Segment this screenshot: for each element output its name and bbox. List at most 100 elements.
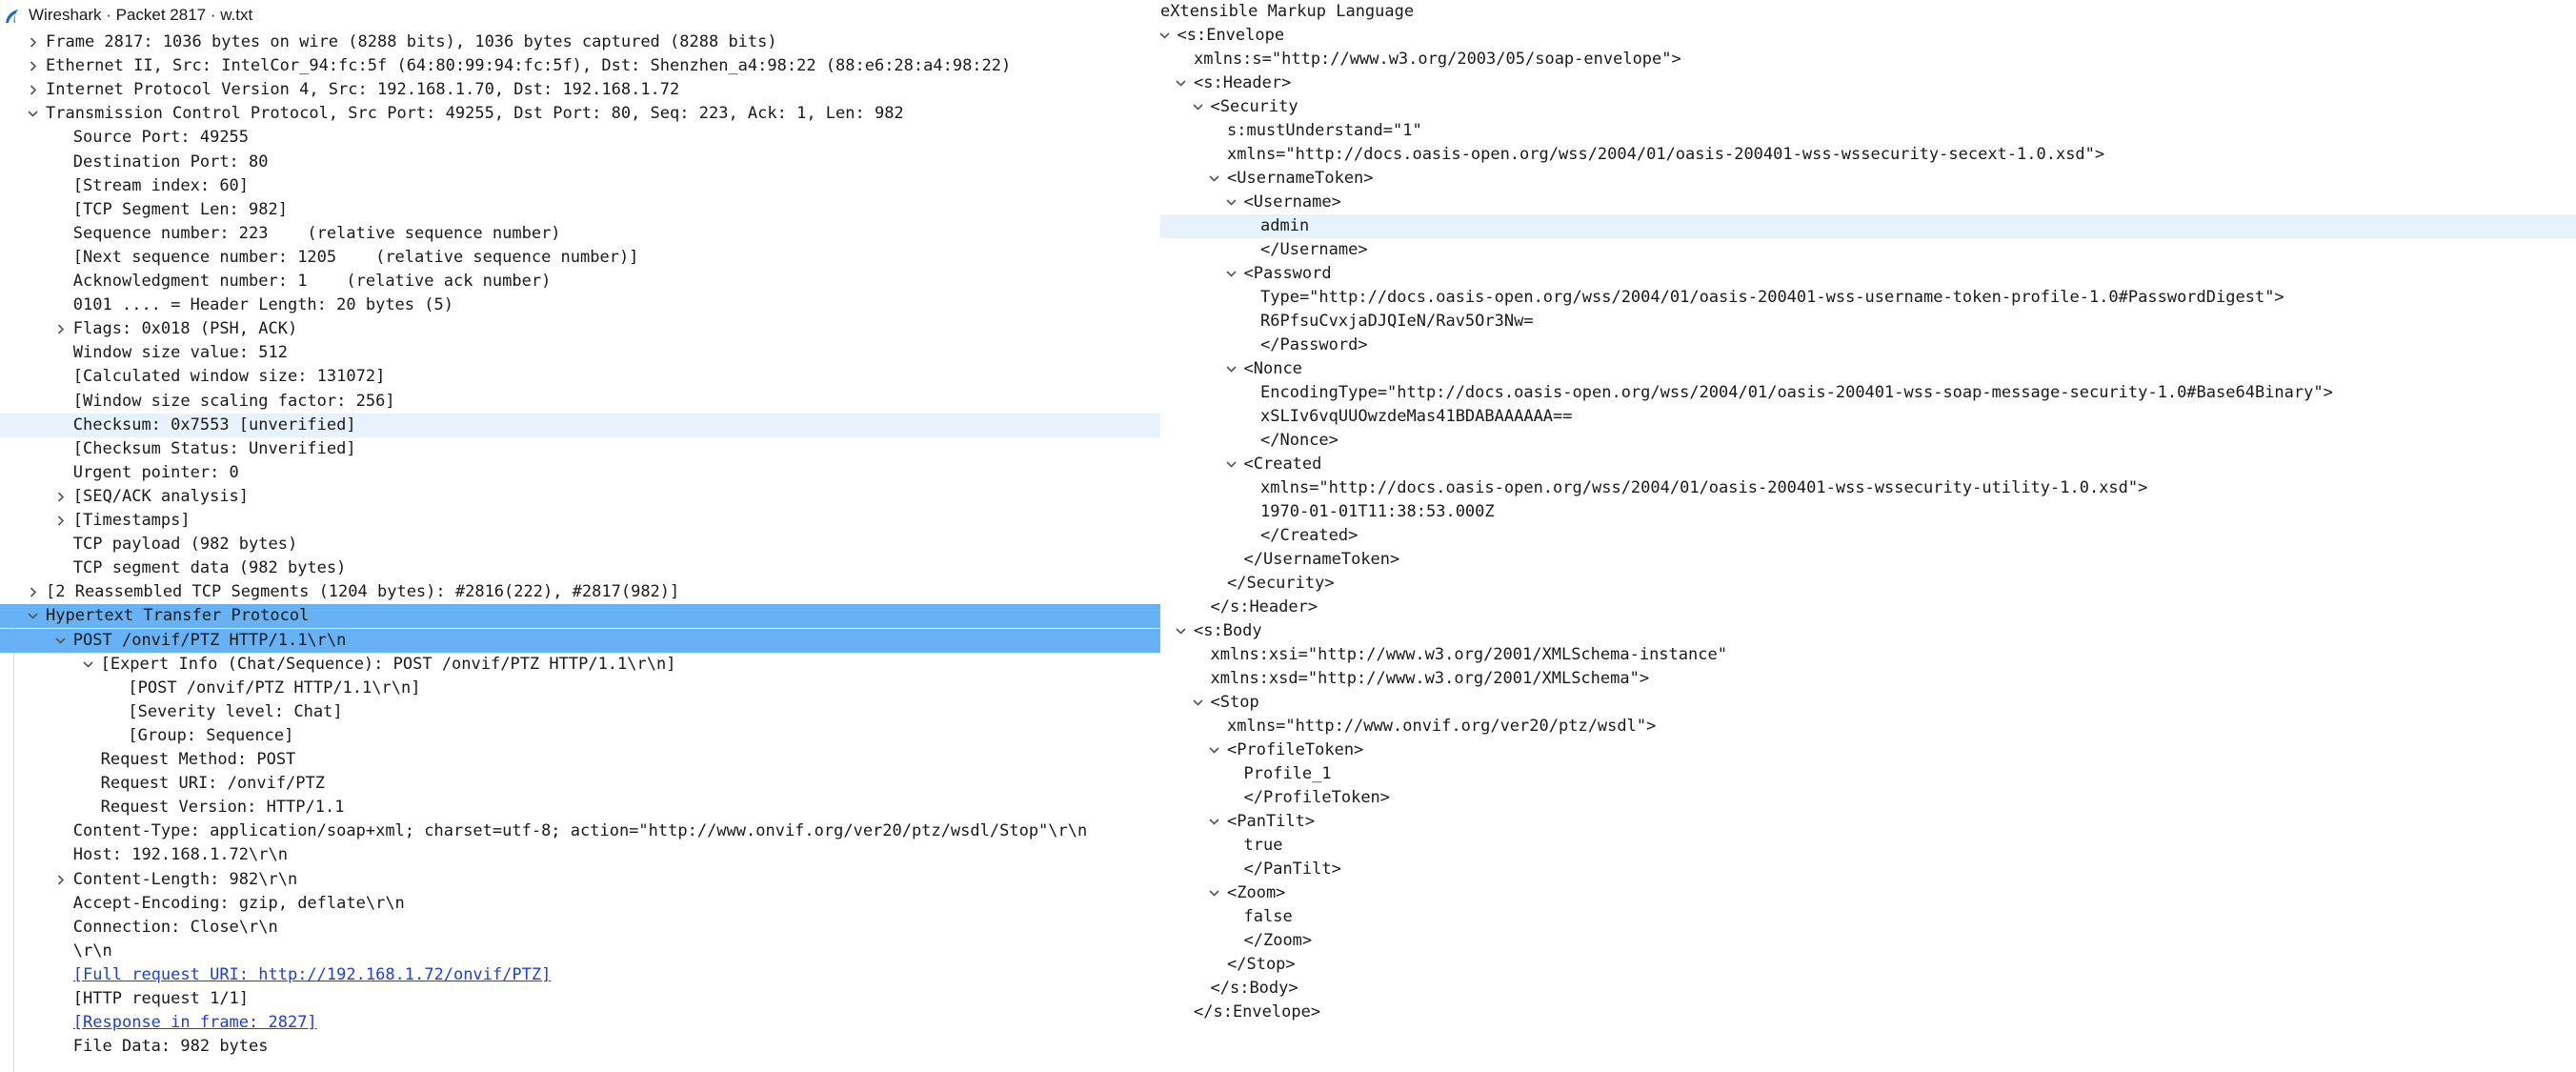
tree-row[interactable]: <ProfileToken> — [1160, 738, 2576, 762]
chevron-down-icon[interactable] — [1208, 744, 1220, 757]
chevron-down-icon[interactable] — [1192, 101, 1204, 113]
tree-row[interactable]: EncodingType="http://docs.oasis-open.org… — [1160, 381, 2576, 405]
tree-row[interactable]: Type="http://docs.oasis-open.org/wss/200… — [1160, 286, 2576, 310]
tree-row[interactable]: </Nonce> — [1160, 429, 2576, 453]
tree-row[interactable]: [Calculated window size: 131072] — [0, 365, 1160, 389]
tree-row[interactable]: \r\n — [0, 940, 1160, 963]
tree-row[interactable]: xmlns:xsi="http://www.w3.org/2001/XMLSch… — [1160, 643, 2576, 667]
tree-row[interactable]: admin — [1160, 214, 2576, 238]
tree-row[interactable]: [POST /onvif/PTZ HTTP/1.1\r\n] — [0, 677, 1160, 700]
tree-row[interactable]: xmlns="http://docs.oasis-open.org/wss/20… — [1160, 143, 2576, 167]
tree-row[interactable]: </s:Envelope> — [1160, 1001, 2576, 1024]
tree-row[interactable]: </Security> — [1160, 572, 2576, 596]
chevron-down-icon[interactable] — [27, 610, 39, 622]
tree-row[interactable]: Transmission Control Protocol, Src Port:… — [0, 102, 1160, 126]
tree-row[interactable]: [Next sequence number: 1205 (relative se… — [0, 246, 1160, 270]
tree-row[interactable]: </Stop> — [1160, 953, 2576, 977]
tree-row[interactable]: [SEQ/ACK analysis] — [0, 485, 1160, 509]
tree-row[interactable]: xSLIv6vqUUOwzdeMas41BDABAAAAAA== — [1160, 405, 2576, 429]
tree-row[interactable]: </s:Body> — [1160, 977, 2576, 1001]
tree-row[interactable]: Profile_1 — [1160, 762, 2576, 786]
chevron-down-icon[interactable] — [1225, 363, 1238, 375]
tree-row[interactable]: [Expert Info (Chat/Sequence): POST /onvi… — [0, 653, 1160, 677]
tree-row[interactable]: Source Port: 49255 — [0, 126, 1160, 150]
chevron-down-icon[interactable] — [1208, 887, 1220, 900]
tree-row[interactable]: Urgent pointer: 0 — [0, 461, 1160, 485]
tree-row[interactable]: eXtensible Markup Language — [1142, 0, 2576, 24]
chevron-down-icon[interactable] — [82, 658, 94, 671]
tree-row[interactable]: Request Method: POST — [0, 748, 1160, 772]
tree-row[interactable]: TCP segment data (982 bytes) — [0, 556, 1160, 580]
tree-row[interactable]: Request Version: HTTP/1.1 — [0, 796, 1160, 819]
tree-row[interactable]: [HTTP request 1/1] — [0, 987, 1160, 1011]
tree-row[interactable]: Window size value: 512 — [0, 341, 1160, 365]
tree-row-link[interactable]: [Full request URI: http://192.168.1.72/o… — [73, 963, 552, 987]
tree-row[interactable]: <UsernameToken> — [1160, 167, 2576, 191]
tree-row[interactable]: <Username> — [1160, 191, 2576, 214]
tree-row[interactable]: <Security — [1160, 95, 2576, 119]
tree-row[interactable]: </Created> — [1160, 524, 2576, 548]
tree-row[interactable]: Acknowledgment number: 1 (relative ack n… — [0, 270, 1160, 293]
tree-row[interactable]: <s:Envelope — [1158, 24, 2576, 48]
chevron-right-icon[interactable] — [54, 874, 67, 886]
chevron-right-icon[interactable] — [54, 323, 67, 335]
tree-row[interactable]: [Stream index: 60] — [0, 174, 1160, 198]
tree-row[interactable]: <Zoom> — [1160, 881, 2576, 905]
tree-row[interactable]: [Window size scaling factor: 256] — [0, 390, 1160, 414]
xml-details-pane[interactable]: eXtensible Markup Language <s:Envelope xml… — [1142, 0, 2576, 1072]
tree-row[interactable]: </s:Header> — [1160, 596, 2576, 619]
chevron-right-icon[interactable] — [27, 36, 39, 49]
chevron-down-icon[interactable] — [1192, 697, 1204, 709]
tree-row[interactable]: [Timestamps] — [0, 509, 1160, 533]
tree-row[interactable]: [Full request URI: http://192.168.1.72/o… — [0, 963, 1160, 987]
tree-row[interactable]: <Created — [1160, 453, 2576, 476]
chevron-down-icon[interactable] — [1225, 196, 1238, 209]
tree-row-link[interactable]: [Response in frame: 2827] — [73, 1011, 317, 1035]
tree-row[interactable]: Sequence number: 223 (relative sequence … — [0, 222, 1160, 246]
tree-row[interactable]: </Username> — [1160, 238, 2576, 262]
chevron-right-icon[interactable] — [54, 491, 67, 503]
tree-row[interactable]: [TCP Segment Len: 982] — [0, 198, 1160, 222]
tree-row[interactable]: File Data: 982 bytes — [0, 1035, 1160, 1059]
tree-row[interactable]: [Response in frame: 2827] — [0, 1011, 1160, 1035]
tree-row[interactable]: true — [1160, 834, 2576, 858]
chevron-right-icon[interactable] — [27, 84, 39, 96]
tree-row[interactable]: </PanTilt> — [1160, 858, 2576, 881]
tree-row[interactable]: Frame 2817: 1036 bytes on wire (8288 bit… — [0, 30, 1160, 54]
tree-row[interactable]: Checksum: 0x7553 [unverified] — [0, 413, 1160, 437]
tree-row[interactable]: Ethernet II, Src: IntelCor_94:fc:5f (64:… — [0, 54, 1160, 78]
tree-row[interactable]: Host: 192.168.1.72\r\n — [0, 843, 1160, 867]
tree-row[interactable]: </Zoom> — [1160, 929, 2576, 953]
tree-row[interactable]: Accept-Encoding: gzip, deflate\r\n — [0, 892, 1160, 916]
tree-row[interactable]: Content-Length: 982\r\n — [0, 868, 1160, 892]
chevron-down-icon[interactable] — [27, 108, 39, 120]
tree-row[interactable]: s:mustUnderstand="1" — [1160, 119, 2576, 143]
tree-row[interactable]: <Nonce — [1160, 357, 2576, 381]
tree-row[interactable]: 1970-01-01T11:38:53.000Z — [1160, 500, 2576, 524]
tree-row[interactable]: xmlns:s="http://www.w3.org/2003/05/soap-… — [1160, 48, 2576, 71]
tree-row[interactable]: Flags: 0x018 (PSH, ACK) — [0, 317, 1160, 341]
tree-row[interactable]: [Group: Sequence] — [0, 724, 1160, 748]
chevron-down-icon[interactable] — [1175, 625, 1187, 637]
tree-row[interactable]: Connection: Close\r\n — [0, 916, 1160, 940]
tree-row[interactable]: Destination Port: 80 — [0, 151, 1160, 174]
tree-row[interactable]: [Checksum Status: Unverified] — [0, 437, 1160, 461]
chevron-down-icon[interactable] — [1208, 172, 1220, 185]
tree-row[interactable]: POST /onvif/PTZ HTTP/1.1\r\n — [0, 628, 1160, 653]
tree-row[interactable]: [Severity level: Chat] — [0, 700, 1160, 724]
tree-row[interactable]: <PanTilt> — [1160, 810, 2576, 834]
chevron-down-icon[interactable] — [1208, 816, 1220, 828]
tree-row[interactable]: <Password — [1160, 262, 2576, 286]
chevron-down-icon[interactable] — [1175, 77, 1187, 90]
tree-row[interactable]: <Stop — [1160, 691, 2576, 715]
tree-row[interactable]: 0101 .... = Header Length: 20 bytes (5) — [0, 293, 1160, 317]
tree-row[interactable]: R6PfsuCvxjaDJQIeN/Rav5Or3Nw= — [1160, 310, 2576, 334]
chevron-right-icon[interactable] — [27, 586, 39, 598]
tree-row[interactable]: Hypertext Transfer Protocol — [0, 604, 1160, 629]
tree-row[interactable]: false — [1160, 905, 2576, 929]
tree-row[interactable]: xmlns="http://www.onvif.org/ver20/ptz/ws… — [1160, 715, 2576, 738]
tree-row[interactable]: Internet Protocol Version 4, Src: 192.16… — [0, 78, 1160, 102]
tree-row[interactable]: xmlns:xsd="http://www.w3.org/2001/XMLSch… — [1160, 667, 2576, 691]
chevron-right-icon[interactable] — [54, 515, 67, 527]
tree-row[interactable]: [2 Reassembled TCP Segments (1204 bytes)… — [0, 580, 1160, 604]
